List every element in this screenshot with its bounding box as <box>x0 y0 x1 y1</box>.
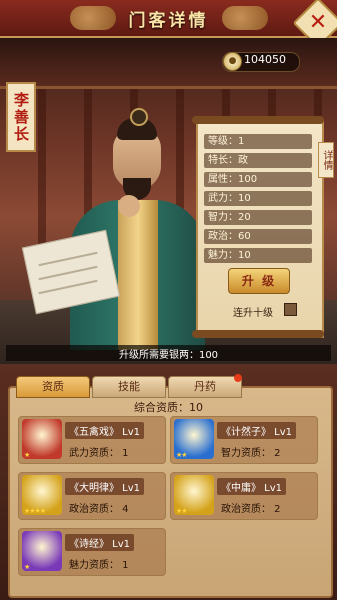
star-rating: ★★★★ <box>24 507 46 515</box>
page-title: 门客详情 <box>128 11 209 31</box>
aptitude-card[interactable]: ★★★★ 《大明律》 Lv1 政治资质： 4 <box>18 472 166 520</box>
scroll-rod <box>192 330 324 338</box>
aptitude-card[interactable]: ★★ 《中庸》 Lv1 政治资质： 2 <box>170 472 318 520</box>
tab-aptitude[interactable]: 资质 <box>16 376 90 398</box>
book-stat: 智力资质： 2 <box>221 448 281 459</box>
aptitude-card[interactable]: ★ 《五禽戏》 Lv1 武力资质： 1 <box>18 416 166 464</box>
scroll-rod <box>192 116 324 124</box>
book-name: 《中庸》 Lv1 <box>217 478 287 495</box>
stat-attribute: 属性：100 <box>204 172 312 187</box>
upgrade-cost: 升级所需要银两：100 <box>118 350 219 361</box>
notification-dot-icon <box>234 374 242 382</box>
hero-hand <box>118 195 140 217</box>
book-stat: 魅力资质： 1 <box>69 560 129 571</box>
stat-politics: 政治：60 <box>204 229 312 244</box>
silver-coin-icon: ● <box>223 52 242 71</box>
book-name: 《大明律》 Lv1 <box>65 478 145 495</box>
upgrade-ten-checkbox[interactable] <box>284 303 297 316</box>
hero-topknot <box>130 108 148 126</box>
hero-name: 李善长 <box>6 82 36 152</box>
book-stat: 政治资质： 4 <box>69 504 129 515</box>
details-tab[interactable]: 详情 <box>318 142 334 178</box>
book-stat: 政治资质： 2 <box>221 504 281 515</box>
tab-elixir[interactable]: 丹药 <box>168 376 242 398</box>
stat-charm: 魅力：10 <box>204 248 312 263</box>
star-rating: ★★ <box>176 507 188 515</box>
aptitude-card[interactable]: ★ 《诗经》 Lv1 魅力资质： 1 <box>18 528 166 576</box>
aptitude-card[interactable]: ★★ 《计然子》 Lv1 智力资质： 2 <box>170 416 318 464</box>
stat-level: 等级：1 <box>204 134 312 149</box>
upgrade-ten-label: 连升十级 <box>233 308 273 319</box>
star-rating: ★★ <box>176 451 188 459</box>
close-x-icon[interactable]: ✕ <box>300 5 336 41</box>
stat-specialty: 特长：政 <box>204 153 312 168</box>
upgrade-button[interactable]: 升 级 <box>228 268 290 294</box>
star-rating: ★ <box>24 451 30 459</box>
book-name: 《计然子》 Lv1 <box>217 422 297 439</box>
book-name: 《诗经》 Lv1 <box>65 534 135 551</box>
star-rating: ★ <box>24 563 30 571</box>
silver-amount: 104050 <box>244 53 286 66</box>
book-stat: 武力资质： 1 <box>69 448 129 459</box>
stat-intellect: 智力：20 <box>204 210 312 225</box>
hero-robe-trim <box>118 200 158 350</box>
tab-skills[interactable]: 技能 <box>92 376 166 398</box>
book-name: 《五禽戏》 Lv1 <box>65 422 145 439</box>
stat-force: 武力：10 <box>204 191 312 206</box>
total-aptitude: 综合资质：10 <box>134 401 203 414</box>
